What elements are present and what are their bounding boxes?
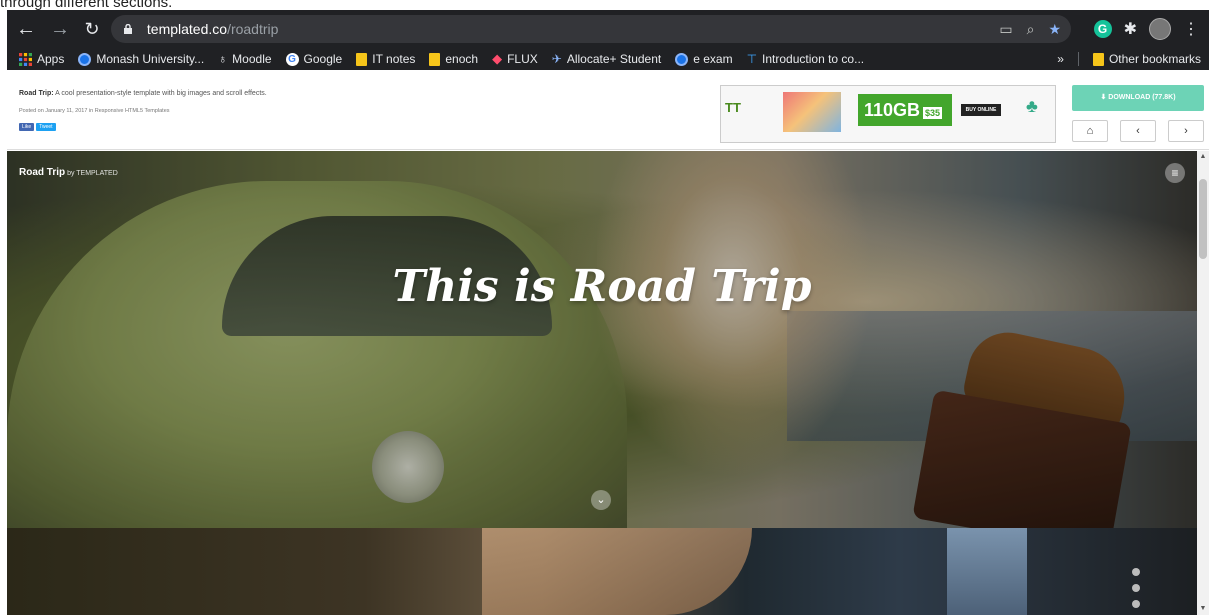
folder-icon xyxy=(1092,52,1104,66)
zoom-icon[interactable]: ⌕ xyxy=(1027,15,1035,43)
cast-icon[interactable]: ▭ xyxy=(999,15,1012,43)
lock-icon xyxy=(124,24,132,34)
extensions-icon[interactable]: ✱ xyxy=(1124,19,1137,39)
bookmark-it-notes[interactable]: IT notes xyxy=(356,52,415,66)
home-button[interactable]: ⌂ xyxy=(1072,120,1108,142)
chevron-right-icon: › xyxy=(1184,125,1188,137)
template-title: Road Trip: A cool presentation-style tem… xyxy=(19,90,267,97)
ad-buy-button[interactable]: BUY ONLINE xyxy=(961,104,1001,116)
folder-icon xyxy=(429,52,441,66)
google-icon: G xyxy=(285,52,299,66)
bookmark-other[interactable]: Other bookmarks xyxy=(1092,52,1201,66)
monash-icon xyxy=(78,52,92,66)
url-path: /roadtrip xyxy=(227,21,279,37)
hero-overlay xyxy=(7,151,1197,528)
document-caption: through different sections. xyxy=(0,0,173,11)
profile-avatar[interactable] xyxy=(1149,18,1171,40)
browser-chrome: ← → ↻ templated.co/roadtrip ▭ ⌕ ★ G ✱ ⋮ xyxy=(7,10,1209,70)
next-section xyxy=(7,528,1197,615)
section-decor xyxy=(1131,568,1141,608)
e-exam-icon xyxy=(675,52,689,66)
allocate-icon: ✈ xyxy=(551,52,562,66)
section-image xyxy=(482,528,752,615)
moodle-icon: ♁ xyxy=(218,52,228,66)
bookmark-apps[interactable]: Apps xyxy=(19,52,64,66)
ad-banner[interactable]: TT 110GB $35 BUY ONLINE ♣ xyxy=(720,85,1056,143)
bookmark-flux[interactable]: ◆ FLUX xyxy=(492,51,538,67)
hamburger-icon: ≡ xyxy=(1171,166,1179,180)
reload-icon[interactable]: ↻ xyxy=(79,16,105,42)
scroll-up-arrow-icon[interactable]: ▲ xyxy=(1197,151,1209,163)
folder-icon xyxy=(356,52,368,66)
facebook-like-button[interactable]: Like xyxy=(19,123,35,131)
hero-section: Road Trip by TEMPLATED ≡ This is Road Tr… xyxy=(7,151,1197,528)
star-icon[interactable]: ★ xyxy=(1048,15,1061,43)
bookmark-enoch[interactable]: enoch xyxy=(429,52,478,66)
back-icon[interactable]: ← xyxy=(13,16,39,42)
menu-button[interactable]: ≡ xyxy=(1165,163,1185,183)
url-domain: templated.co xyxy=(146,21,228,37)
bookmark-e-exam[interactable]: e exam xyxy=(675,52,733,66)
bookmark-allocate[interactable]: ✈ Allocate+ Student xyxy=(552,52,661,66)
bookmark-moodle[interactable]: ♁ Moodle xyxy=(218,52,271,66)
chevron-down-icon: ⌄ xyxy=(596,494,606,506)
home-icon: ⌂ xyxy=(1086,125,1094,137)
ad-mascot-icon: ♣ xyxy=(1026,96,1038,116)
ad-brand-logo: TT xyxy=(725,100,741,115)
posted-meta: Posted on January 11, 2017 in Responsive… xyxy=(19,108,170,114)
ad-offer: 110GB $35 xyxy=(858,94,952,126)
download-button[interactable]: ⬇ DOWNLOAD (77.8K) xyxy=(1072,85,1204,111)
page-scrollbar[interactable]: ▲ ▼ xyxy=(1197,151,1209,615)
flux-icon: ◆ xyxy=(492,51,503,66)
more-bookmarks-button[interactable]: » xyxy=(1057,52,1064,66)
more-menu-icon[interactable]: ⋮ xyxy=(1183,19,1199,39)
grammarly-icon[interactable]: G xyxy=(1093,20,1112,38)
prev-template-button[interactable]: ‹ xyxy=(1120,120,1156,142)
introduction-icon: ⊤ xyxy=(746,52,758,66)
bookmark-introduction[interactable]: ⊤ Introduction to co... xyxy=(747,52,865,66)
browser-toolbar: ← → ↻ templated.co/roadtrip ▭ ⌕ ★ G ✱ ⋮ xyxy=(7,10,1209,48)
scroll-down-arrow-icon[interactable]: ▼ xyxy=(1197,603,1209,615)
scroll-thumb[interactable] xyxy=(1199,179,1207,259)
ad-photo xyxy=(783,92,841,132)
forward-icon[interactable]: → xyxy=(47,16,73,42)
hero-title: This is Road Trip xyxy=(392,261,812,312)
apps-grid-icon xyxy=(19,52,32,66)
bookmark-google[interactable]: G Google xyxy=(285,52,342,66)
site-logo[interactable]: Road Trip by TEMPLATED xyxy=(19,167,118,178)
bookmarks-bar: Apps Monash University... ♁ Moodle G Goo… xyxy=(7,48,1209,70)
bookmarks-divider xyxy=(1077,52,1079,66)
scroll-down-button[interactable]: ⌄ xyxy=(591,490,611,510)
address-bar[interactable]: templated.co/roadtrip ▭ ⌕ ★ xyxy=(111,15,1071,43)
next-template-button[interactable]: › xyxy=(1168,120,1204,142)
chevron-left-icon: ‹ xyxy=(1136,125,1140,137)
templated-header: Road Trip: A cool presentation-style tem… xyxy=(7,80,1209,150)
tweet-button[interactable]: Tweet xyxy=(36,123,56,131)
section-image-detail xyxy=(947,528,1027,615)
social-buttons: Like Tweet xyxy=(19,123,56,131)
bookmark-monash[interactable]: Monash University... xyxy=(78,52,204,66)
